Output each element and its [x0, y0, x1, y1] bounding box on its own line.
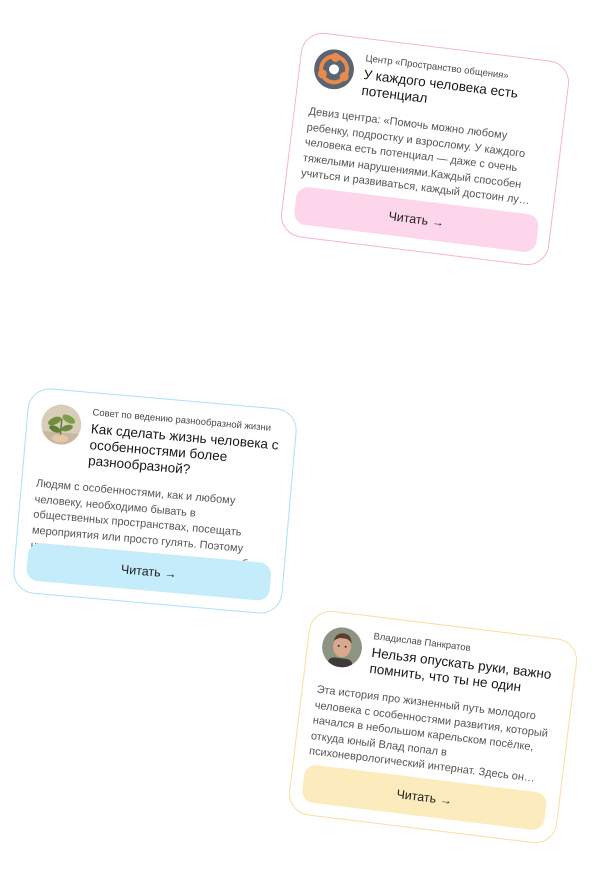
article-card[interactable]: Совет по ведению разнообразной жизни Как…: [11, 386, 299, 616]
article-card[interactable]: Центр «Пространство общения» У каждого ч…: [278, 30, 572, 268]
card-header: Совет по ведению разнообразной жизни Как…: [38, 403, 282, 486]
arrow-right-icon: →: [431, 214, 445, 230]
read-button-label: Читать: [120, 562, 162, 580]
read-button-label: Читать: [395, 787, 438, 806]
arrow-right-icon: →: [439, 792, 453, 808]
read-button-label: Читать: [387, 209, 430, 228]
person-photo: [320, 625, 365, 670]
community-logo-icon: [312, 47, 357, 92]
plant-photo: [39, 403, 83, 447]
arrow-right-icon: →: [164, 566, 178, 582]
article-card[interactable]: Владислав Панкратов Нельзя опускать руки…: [286, 608, 580, 846]
